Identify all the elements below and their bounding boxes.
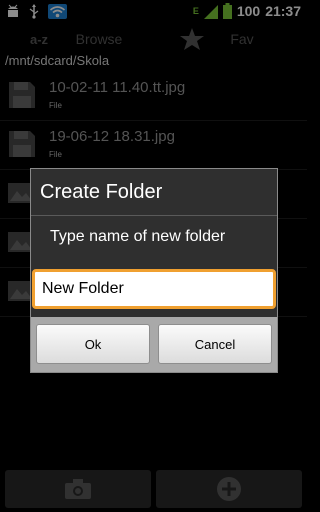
cancel-button[interactable]: Cancel	[158, 324, 272, 364]
ok-button[interactable]: Ok	[36, 324, 150, 364]
folder-name-input[interactable]	[32, 269, 276, 309]
dialog-title: Create Folder	[40, 181, 163, 203]
dialog-button-bar: Ok Cancel	[31, 317, 277, 372]
dialog-message: Type name of new folder	[50, 228, 226, 245]
create-folder-dialog: Create Folder Type name of new folder Ok…	[30, 168, 278, 373]
dialog-divider	[31, 215, 277, 216]
